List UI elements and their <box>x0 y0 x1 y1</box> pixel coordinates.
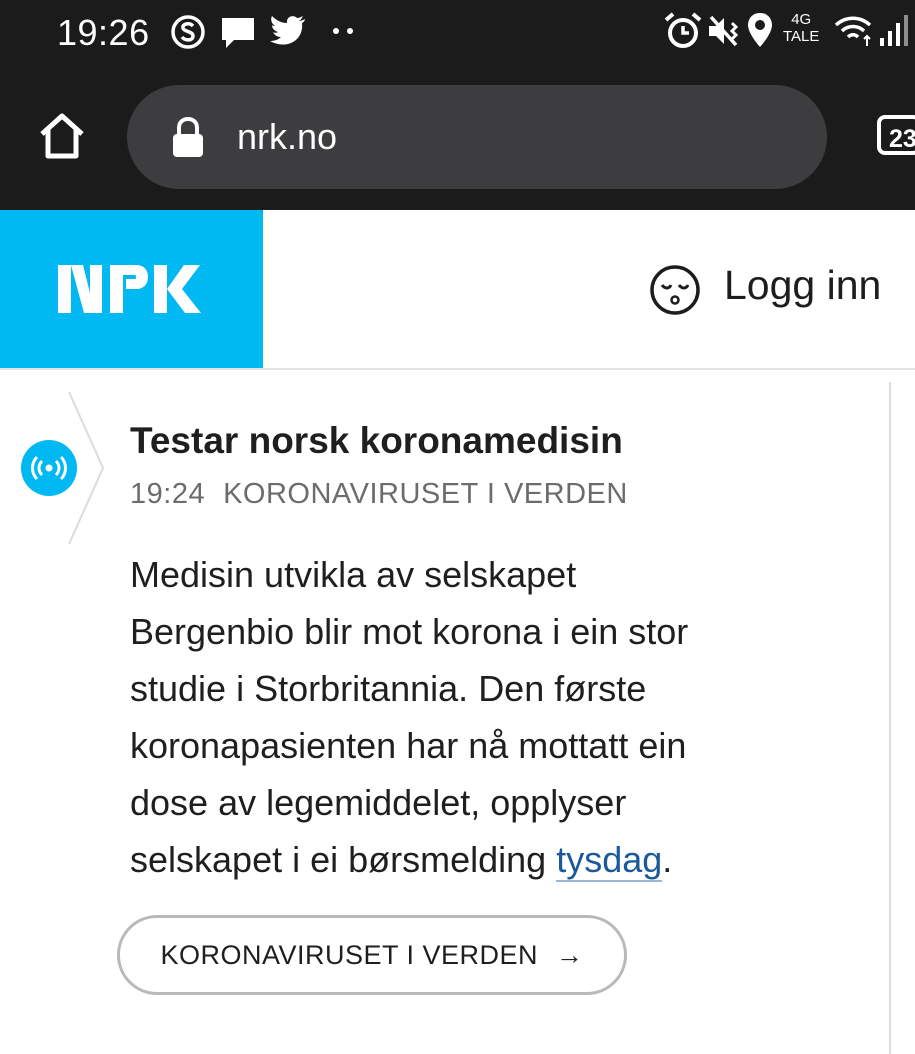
skype-icon <box>171 15 205 49</box>
category-tag-label: KORONAVIRUSET I VERDEN <box>160 940 539 970</box>
scrollbar-divider <box>889 382 891 1054</box>
arrow-right-icon: → <box>556 940 584 970</box>
article-meta: 19:24 KORONAVIRUSET I VERDEN <box>130 478 628 511</box>
home-icon[interactable] <box>38 112 86 160</box>
network-type: 4G TALE <box>783 11 820 45</box>
status-time: 19:26 <box>57 12 150 53</box>
article-link-tysdag[interactable]: tysdag <box>556 839 663 882</box>
nrk-logo[interactable] <box>58 263 203 315</box>
article-time: 19:24 <box>130 478 206 510</box>
wifi-icon <box>834 16 872 46</box>
article-category: KORONAVIRUSET I VERDEN <box>223 478 628 510</box>
login-button[interactable]: Logg inn <box>724 262 881 309</box>
tab-switcher-button[interactable]: 23 <box>877 115 915 155</box>
live-indicator <box>21 440 77 496</box>
address-bar[interactable] <box>127 85 827 189</box>
location-icon <box>748 13 772 47</box>
article-body-text: Medisin utvikla av selskapet Bergenbio b… <box>130 554 689 880</box>
twitter-icon <box>270 16 305 45</box>
signal-icon <box>880 15 908 46</box>
user-face-icon[interactable] <box>649 264 701 316</box>
live-broadcast-icon <box>31 455 67 481</box>
chat-icon <box>222 18 254 48</box>
alarm-icon <box>664 12 702 48</box>
article-title[interactable]: Testar norsk koronamedisin <box>130 420 623 462</box>
article-body: Medisin utvikla av selskapet Bergenbio b… <box>130 546 750 888</box>
more-dots-icon <box>333 28 353 34</box>
url-text[interactable]: nrk.no <box>237 116 337 158</box>
category-tag-button[interactable]: KORONAVIRUSET I VERDEN → <box>117 915 627 995</box>
lock-icon <box>173 117 203 157</box>
status-bar: 19:26 4G TALE <box>0 0 915 65</box>
article-body-end: . <box>662 839 673 880</box>
vibrate-icon <box>709 15 739 47</box>
